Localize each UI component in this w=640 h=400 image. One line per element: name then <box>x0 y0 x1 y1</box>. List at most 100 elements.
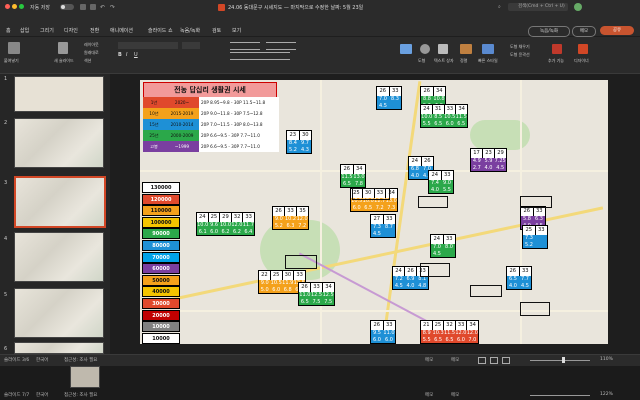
autosave-toggle[interactable] <box>60 4 74 10</box>
textbox-icon[interactable] <box>438 44 448 54</box>
redo-icon[interactable]: ↷ <box>110 4 115 11</box>
apartment-price-box[interactable]: 27 33 7.3 8.7 4.5 <box>370 214 396 238</box>
tab-home[interactable]: 홈 <box>6 27 11 34</box>
shapes-icon[interactable] <box>420 44 430 54</box>
empty-outline-box[interactable] <box>520 302 550 316</box>
tab-review[interactable]: 검토 <box>212 27 221 34</box>
zoom-slider[interactable] <box>530 360 590 361</box>
tab-draw[interactable]: 그리기 <box>40 27 54 34</box>
slide-thumbnail-2[interactable] <box>14 118 104 168</box>
slide-thumbnail-6[interactable] <box>14 342 104 354</box>
apartment-size: 33 <box>296 272 303 278</box>
numbering-icon[interactable] <box>266 42 296 50</box>
slide-counter: 슬라이드 3/6 <box>4 358 30 363</box>
apartment-price-box[interactable]: 24 33 7.4 9.0 4.0 5.5 <box>428 170 454 194</box>
slide-thumbnail-5[interactable] <box>14 288 104 338</box>
apartment-size: 26 <box>273 207 285 216</box>
apartment-price-box[interactable]: 24 33 7.0 8.0 4.5 <box>430 234 456 258</box>
avatar[interactable] <box>574 3 582 11</box>
tab-record[interactable]: 녹음/녹화 <box>180 27 200 34</box>
empty-outline-box[interactable] <box>352 188 390 200</box>
empty-outline-box[interactable] <box>470 285 502 297</box>
apartment-price-box[interactable]: 23 30 8.4 9.7 5.2 4.3 <box>286 130 312 154</box>
zoom-level[interactable]: 122% <box>600 392 613 397</box>
empty-outline-box[interactable] <box>285 255 317 269</box>
bold-icon[interactable]: B <box>118 52 122 58</box>
slide-title[interactable]: 전농 답십리 생활권 시세 <box>143 82 277 98</box>
font-size-select[interactable] <box>182 42 200 49</box>
save-icon[interactable] <box>90 4 96 10</box>
apartment-size: 24 <box>431 235 444 244</box>
apartment-price-box[interactable]: 26 34 11.5 13.0 6.5 7.8 <box>340 164 366 188</box>
tab-view[interactable]: 보기 <box>232 27 241 34</box>
apartment-size: 34 <box>355 166 363 172</box>
empty-outline-box[interactable] <box>520 196 552 208</box>
normal-view-icon[interactable] <box>478 357 486 364</box>
notes-button[interactable]: 메모 <box>425 392 433 398</box>
slide-sorter-icon[interactable] <box>490 357 498 364</box>
empty-outline-box[interactable] <box>418 196 448 208</box>
apartment-price-box[interactable]: 21 25 32 33 34 8.9 10.3 11.5 12.0 12.0 5.5 6.5 6.5 6.… <box>420 320 479 344</box>
shape-outline-button[interactable]: 도형 윤곽선 <box>510 52 530 58</box>
apartment-price-box[interactable]: 24 25 29 32 33 10.0 9.6 10.0 12.0 11.7 6.1 6.0 6.2 6.… <box>196 212 255 236</box>
slide-thumbnail-4[interactable] <box>14 232 104 282</box>
apartment-price-box[interactable]: 26 33 35 9.0 10.2 12.0 5.2 6.3 7.2 <box>272 206 309 230</box>
language-indicator[interactable]: 한국어 <box>36 357 48 363</box>
addins-icon[interactable] <box>552 44 562 54</box>
tab-design[interactable]: 디자인 <box>64 27 78 34</box>
reading-view-icon[interactable] <box>502 357 510 364</box>
comments-status-button[interactable]: 메모 <box>451 392 459 398</box>
apartment-price-box[interactable]: 25 33 7.3 5.2 <box>522 225 548 249</box>
apartment-price-box[interactable]: 26 33 7.0 8.3 4.5 <box>376 86 402 110</box>
reset-button[interactable]: 원래대로 <box>84 50 99 56</box>
apartment-price-box[interactable]: 26 33 6.5 7.7 4.0 4.5 <box>506 266 532 290</box>
shape-fill-button[interactable]: 도형 채우기 <box>510 44 530 50</box>
accessibility-status[interactable]: 접근성: 조사 필요 <box>64 357 97 363</box>
apartment-size: 33 <box>285 207 297 216</box>
new-slide-icon[interactable] <box>58 42 68 54</box>
tab-animations[interactable]: 애니메이션 <box>110 27 133 34</box>
comments-status-button[interactable]: 메모 <box>451 357 459 363</box>
close-window-button[interactable] <box>5 4 10 9</box>
record-button[interactable]: 녹음/녹화 <box>528 26 570 37</box>
underline-icon[interactable]: U <box>134 52 138 58</box>
paste-icon[interactable] <box>8 42 20 54</box>
bullets-icon[interactable] <box>230 42 260 50</box>
font-controls[interactable]: B I U <box>118 42 218 62</box>
accessibility-status[interactable]: 접근성: 조사 필요 <box>64 392 97 398</box>
language-indicator[interactable]: 한국어 <box>36 392 48 398</box>
tab-slideshow[interactable]: 슬라이드 쇼 <box>148 27 173 34</box>
picture-icon[interactable] <box>400 44 412 54</box>
comments-button[interactable]: 메모 <box>572 26 596 37</box>
section-button[interactable]: 섹션 <box>84 58 91 64</box>
slide-thumbnail-3[interactable] <box>14 176 106 228</box>
undo-icon[interactable]: ↶ <box>100 4 105 11</box>
home-icon[interactable] <box>80 4 86 10</box>
apartment-price-box[interactable]: 17 23 29 4.9 5.9 7.25 2.7 4.0 4.5 <box>470 148 507 172</box>
quick-styles-icon[interactable] <box>482 44 494 54</box>
maximize-window-button[interactable] <box>19 4 24 9</box>
apartment-price <box>389 103 401 110</box>
share-button[interactable]: 공유 <box>600 26 634 35</box>
minimize-window-button[interactable] <box>12 4 17 9</box>
layout-button[interactable]: 레이아웃 <box>84 42 99 48</box>
search-input[interactable]: 검색(Cmd + Ctrl + U) <box>508 3 568 11</box>
apartment-price-box[interactable]: 26 33 34 11.0 12.5 12.5 6.5 7.5 7.5 <box>298 282 335 306</box>
zoom-slider[interactable] <box>530 395 590 396</box>
zoom-level[interactable]: 110% <box>600 357 613 362</box>
designer-icon[interactable] <box>578 44 588 54</box>
align-icon[interactable] <box>230 52 290 60</box>
tab-transitions[interactable]: 전환 <box>90 27 99 34</box>
apartment-price-box[interactable]: 26 33 9.5 11.0 6.0 6.0 <box>370 320 396 344</box>
zoom-slider-handle[interactable] <box>562 357 565 363</box>
slide-thumbnail-7[interactable] <box>70 366 100 388</box>
arrange-icon[interactable] <box>460 44 472 54</box>
font-family-select[interactable] <box>118 42 178 49</box>
apartment-price-box[interactable]: 24 31 33 34 10.0 8.5 10.5 11.5 5.5 6.5 6.0 6.5 <box>420 104 468 128</box>
empty-outline-box[interactable] <box>420 263 450 277</box>
notes-button[interactable]: 메모 <box>425 357 433 363</box>
tab-insert[interactable]: 삽입 <box>20 27 29 34</box>
paragraph-controls[interactable] <box>230 42 340 62</box>
italic-icon[interactable]: I <box>126 52 127 58</box>
slide-thumbnail-1[interactable] <box>14 76 104 112</box>
